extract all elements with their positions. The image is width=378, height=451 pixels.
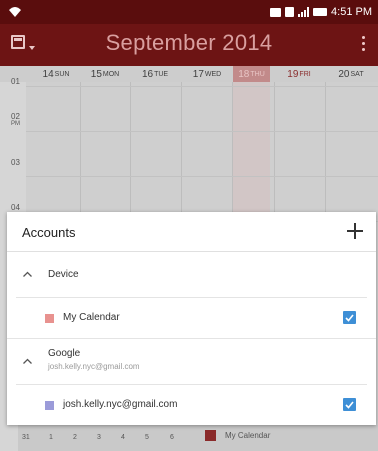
overflow-menu-icon[interactable] bbox=[362, 36, 366, 51]
hour-label: 04 bbox=[11, 203, 20, 212]
notification-icon bbox=[270, 7, 282, 17]
event-list-item[interactable]: My Calendar bbox=[205, 430, 365, 444]
month-title: September 2014 bbox=[105, 30, 273, 55]
chevron-up-icon[interactable] bbox=[22, 269, 33, 280]
day-header[interactable]: 15 MON bbox=[80, 66, 130, 82]
day-header[interactable]: 20 SAT bbox=[326, 66, 376, 82]
checkmark-icon bbox=[345, 401, 354, 409]
calendar-name: My Calendar bbox=[63, 312, 120, 323]
calendar-name: josh.kelly.nyc@gmail.com bbox=[63, 399, 178, 410]
day-header[interactable]: 16 TUE bbox=[130, 66, 180, 82]
mini-day[interactable]: 5 bbox=[145, 434, 149, 441]
signal-icon bbox=[298, 7, 310, 17]
hour-label: 03 bbox=[11, 158, 20, 167]
account-group-name: Device bbox=[48, 269, 79, 280]
calendar-color-swatch bbox=[45, 314, 54, 323]
calendar-row[interactable]: My Calendar bbox=[16, 297, 367, 337]
grid-line bbox=[26, 131, 378, 132]
account-email: josh.kelly.nyc@gmail.com bbox=[48, 362, 140, 371]
mini-day[interactable]: 2 bbox=[73, 434, 77, 441]
status-time: 4:51 PM bbox=[331, 6, 372, 18]
accounts-header: Accounts bbox=[7, 212, 376, 252]
calendar-visible-checkbox[interactable] bbox=[343, 311, 356, 324]
status-bar: 4:51 PM bbox=[0, 0, 378, 24]
accounts-title: Accounts bbox=[22, 225, 76, 240]
calendar-color-swatch bbox=[45, 401, 54, 410]
app-toolbar: September 2014 bbox=[0, 24, 378, 66]
account-group-name: Google bbox=[48, 348, 81, 359]
status-icons: 4:51 PM bbox=[270, 4, 372, 20]
add-account-button[interactable] bbox=[346, 222, 364, 240]
week-header: 14 SUN 15 MON 16 TUE 17 WED 18 THU 19 FRI 20 SA… bbox=[0, 66, 378, 82]
checkmark-icon bbox=[345, 314, 354, 322]
day-header[interactable]: 17 WED bbox=[182, 66, 232, 82]
mini-day[interactable]: 3 bbox=[97, 434, 101, 441]
battery-icon bbox=[313, 8, 328, 16]
mini-day[interactable]: 1 bbox=[49, 434, 53, 441]
mini-day[interactable]: 6 bbox=[170, 434, 174, 441]
hour-label: 01 bbox=[11, 77, 20, 86]
account-group-google[interactable]: Google josh.kelly.nyc@gmail.com bbox=[7, 338, 376, 384]
day-header-today[interactable]: 18 THU bbox=[233, 66, 270, 82]
mini-day[interactable]: 31 bbox=[22, 434, 30, 441]
grid-line bbox=[26, 176, 378, 177]
hour-label: 02 PM bbox=[11, 112, 20, 127]
day-header[interactable]: 14 SUN bbox=[32, 66, 80, 82]
grid-line bbox=[26, 86, 378, 87]
accounts-panel: Accounts Device My Calendar Google josh.… bbox=[7, 212, 376, 425]
calendar-color-swatch bbox=[205, 430, 216, 441]
calendar-visible-checkbox[interactable] bbox=[343, 398, 356, 411]
day-header[interactable]: 19 FRI bbox=[276, 66, 322, 82]
event-calendar-name: My Calendar bbox=[225, 431, 271, 440]
account-group-device[interactable]: Device bbox=[7, 253, 376, 297]
chevron-up-icon[interactable] bbox=[22, 356, 33, 367]
sim-icon bbox=[285, 7, 295, 17]
mini-day[interactable]: 4 bbox=[121, 434, 125, 441]
calendar-row[interactable]: josh.kelly.nyc@gmail.com bbox=[16, 384, 367, 424]
wifi-icon bbox=[9, 7, 21, 17]
